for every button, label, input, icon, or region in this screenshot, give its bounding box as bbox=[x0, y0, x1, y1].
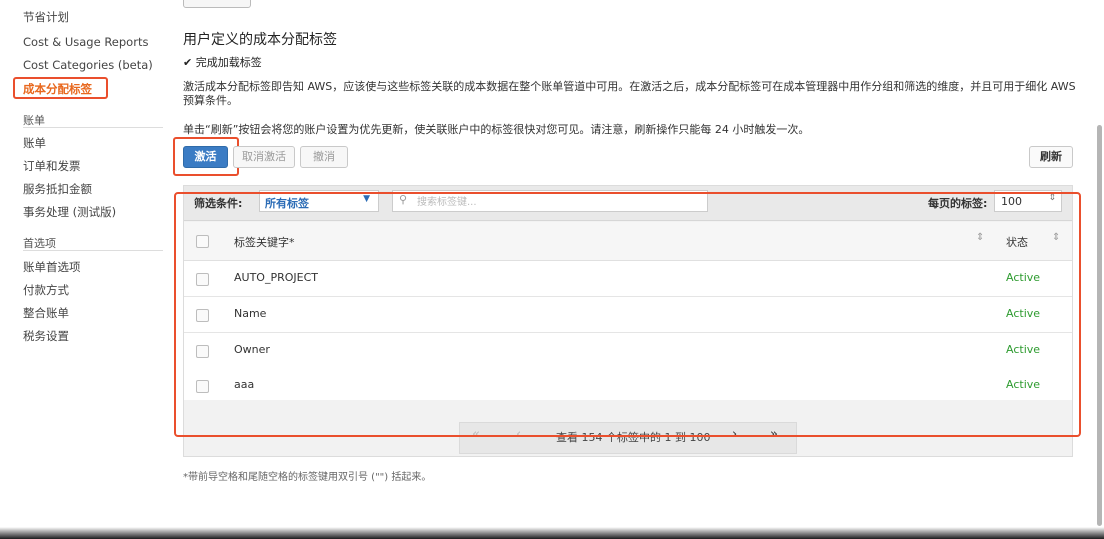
sidebar-item-billing-preferences[interactable]: 账单首选项 bbox=[23, 259, 81, 275]
sidebar: 节省计划 Cost & Usage Reports Cost Categorie… bbox=[0, 0, 165, 539]
sidebar-item-consolidated-billing[interactable]: 整合账单 bbox=[23, 305, 69, 321]
refresh-button[interactable]: 刷新 bbox=[1029, 146, 1073, 168]
sidebar-item-savings-plans[interactable]: 节省计划 bbox=[23, 9, 69, 25]
previous-section-button[interactable] bbox=[183, 0, 251, 8]
sidebar-section-billing: 账单 bbox=[23, 114, 45, 127]
sidebar-item-cost-categories[interactable]: Cost Categories (beta) bbox=[23, 58, 153, 72]
window-bottom-edge bbox=[0, 527, 1104, 539]
sidebar-divider bbox=[23, 127, 163, 128]
description-text: 激活成本分配标签即告知 AWS，应该使与这些标签关联的成本数据在整个账单管道中可… bbox=[183, 80, 1076, 107]
page-scrollbar[interactable] bbox=[1097, 125, 1102, 526]
sidebar-item-cost-usage-reports[interactable]: Cost & Usage Reports bbox=[23, 35, 148, 49]
highlight-box-table bbox=[174, 192, 1081, 437]
sidebar-item-bills[interactable]: 账单 bbox=[23, 135, 46, 151]
load-status: ✔ 完成加载标签 bbox=[183, 56, 262, 69]
highlight-box-activate bbox=[173, 137, 239, 176]
deactivate-button[interactable]: 取消激活 bbox=[233, 146, 295, 168]
sidebar-item-credits[interactable]: 服务抵扣金额 bbox=[23, 181, 92, 197]
sidebar-item-payment-methods[interactable]: 付款方式 bbox=[23, 282, 69, 298]
footnote: *带前导空格和尾随空格的标签键用双引号 ("") 括起来。 bbox=[183, 472, 432, 483]
sidebar-item-tax-settings[interactable]: 税务设置 bbox=[23, 328, 69, 344]
refresh-note: 单击“刷新”按钮会将您的账户设置为优先更新，使关联账户中的标签很快对您可见。请注… bbox=[183, 123, 810, 136]
sidebar-section-preferences: 首选项 bbox=[23, 237, 56, 250]
highlight-box-sidebar bbox=[13, 77, 108, 99]
sidebar-item-transactions[interactable]: 事务处理 (测试版) bbox=[23, 204, 116, 220]
page-title: 用户定义的成本分配标签 bbox=[183, 32, 337, 48]
sidebar-divider bbox=[23, 250, 163, 251]
undo-button[interactable]: 撤消 bbox=[300, 146, 348, 168]
sidebar-item-orders-invoices[interactable]: 订单和发票 bbox=[23, 158, 81, 174]
